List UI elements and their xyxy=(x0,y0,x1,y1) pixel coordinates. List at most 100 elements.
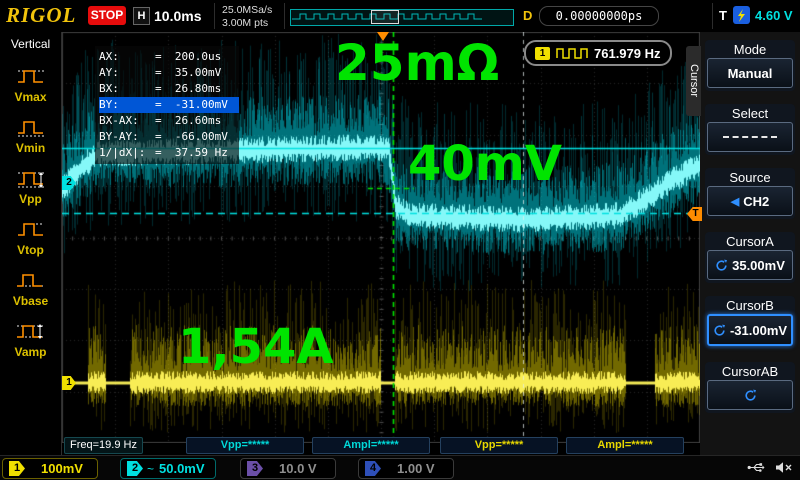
sidebar-item-vmin[interactable]: Vmin xyxy=(16,117,45,155)
sidebar-item-label: Vtop xyxy=(17,243,44,257)
cursor-value: = -31.00mV xyxy=(155,98,228,111)
menu-item-cursor-ab[interactable]: CursorAB xyxy=(705,362,795,413)
menu-label: Select xyxy=(731,106,769,121)
cursor-value: = 26.60ms xyxy=(155,114,222,127)
cursor-name: BY-AY: xyxy=(99,130,139,143)
channel1-scale: 100mV xyxy=(41,461,83,476)
channel2-status[interactable]: 2 ~ 50.0mV xyxy=(120,458,216,479)
cursor-ab-value-box[interactable] xyxy=(707,380,793,410)
annotation-current: 1,54A xyxy=(178,319,334,375)
cursor-row-ax: AX: = 200.0us xyxy=(99,49,239,65)
cursor-value: = -66.00mV xyxy=(155,130,228,143)
cursor-row-freq: 1/|dX|: = 37.59 Hz xyxy=(99,145,239,161)
measurement-vpp-ch2[interactable]: Vpp=***** xyxy=(186,437,304,454)
menu-label: CursorA xyxy=(726,234,774,249)
channel3-status[interactable]: 3 10.0 V xyxy=(240,458,336,479)
cursor-row-bx: BX: = 26.80ms xyxy=(99,81,239,97)
cursor-row-bxax: BX-AX: = 26.60ms xyxy=(99,113,239,129)
measurement-ampl-ch2[interactable]: Ampl=***** xyxy=(312,437,430,454)
softkey-menu: Mode Manual Select Source ◀ CH2 CursorA xyxy=(700,32,800,455)
channel1-tag: 1 xyxy=(9,461,25,476)
menu-value: -31.00mV xyxy=(729,322,788,338)
top-status-bar: RIGOL STOP H 10.0ms 25.0MSa/s 3.00M pts … xyxy=(0,0,800,33)
cursor-name: BX: xyxy=(99,82,119,95)
sidebar-item-vmax[interactable]: Vmax xyxy=(14,66,47,104)
measurement-ampl-ch1[interactable]: Ampl=***** xyxy=(566,437,684,454)
cursor-a-value-box[interactable]: 35.00mV xyxy=(707,250,793,280)
square-wave-icon xyxy=(556,48,588,59)
menu-label: Source xyxy=(729,170,771,185)
sidebar-item-label: Vpp xyxy=(19,192,42,206)
trigger-slope-icon xyxy=(733,6,750,24)
sidebar-item-vamp[interactable]: Vamp xyxy=(14,321,47,359)
sidebar-item-label: Vmax xyxy=(14,90,47,104)
oscilloscope-ui: RIGOL STOP H 10.0ms 25.0MSa/s 3.00M pts … xyxy=(0,0,800,480)
vmin-icon xyxy=(17,121,44,137)
dashed-line-icon xyxy=(723,136,777,138)
memory-depth: 3.00M pts xyxy=(222,17,269,29)
menu-item-source[interactable]: Source ◀ CH2 xyxy=(705,168,795,219)
sidebar-item-vbase[interactable]: Vbase xyxy=(13,270,48,308)
cursor-value: = 35.00mV xyxy=(155,66,222,79)
sidebar-item-vpp[interactable]: Vpp xyxy=(17,168,45,206)
channel3-scale: 10.0 V xyxy=(279,461,317,476)
trigger-level-readout: 4.60 V xyxy=(755,8,793,23)
cursor-name: AX: xyxy=(99,50,119,63)
delay-readout: 0.00000000ps xyxy=(539,6,659,26)
select-value-box[interactable] xyxy=(707,122,793,152)
annotation-resistance: 25mΩ xyxy=(335,34,500,92)
source-value-box[interactable]: ◀ CH2 xyxy=(707,186,793,216)
menu-item-mode[interactable]: Mode Manual xyxy=(705,40,795,91)
rotate-knob-icon xyxy=(714,324,725,336)
vamp-icon xyxy=(17,324,44,339)
cursor-row-by: BY: = -31.00mV xyxy=(99,97,239,113)
menu-item-cursor-a[interactable]: CursorA 35.00mV xyxy=(705,232,795,283)
system-icons xyxy=(747,461,792,474)
cursor-name: BY: xyxy=(99,98,119,111)
measurement-vpp-ch1[interactable]: Vpp=***** xyxy=(440,437,558,454)
sidebar-item-label: Vamp xyxy=(14,345,47,359)
usb-icon xyxy=(747,463,765,472)
hardware-freq-readout: Freq=19.9 Hz xyxy=(64,437,143,454)
delay-label: D xyxy=(523,8,533,23)
cursor-name: 1/|dX|: xyxy=(99,146,146,159)
divider xyxy=(284,3,285,29)
channel4-status[interactable]: 4 1.00 V xyxy=(358,458,454,479)
cursor-row-ay: AY: = 35.00mV xyxy=(99,65,239,81)
cursor-b-value-box[interactable]: -31.00mV xyxy=(707,314,793,346)
vpp-icon xyxy=(17,172,44,188)
sidebar-item-label: Vmin xyxy=(15,141,46,155)
cursor-menu-tab[interactable]: Cursor xyxy=(686,46,701,116)
vmax-icon xyxy=(17,70,44,83)
sidebar-item-label: Vbase xyxy=(12,294,49,308)
cursor-value: = 200.0us xyxy=(155,50,222,63)
sidebar-title: Vertical xyxy=(10,37,51,51)
divider xyxy=(712,3,713,29)
run-stop-status: STOP xyxy=(88,6,126,25)
waveform-preview-bar xyxy=(290,9,514,26)
menu-item-cursor-b[interactable]: CursorB -31.00mV xyxy=(705,296,795,349)
brand-logo: RIGOL xyxy=(6,3,77,27)
menu-value: CH2 xyxy=(743,193,770,209)
channel-status-bar: 1 100mV 2 ~ 50.0mV 3 10.0 V 4 1.00 V xyxy=(0,455,800,480)
channel2-tag: 2 xyxy=(127,461,143,476)
channel4-tag: 4 xyxy=(365,461,381,476)
cursor-name: BX-AX: xyxy=(99,114,139,127)
arrow-left-icon: ◀ xyxy=(730,195,740,208)
preview-window-indicator xyxy=(371,10,399,24)
sidebar-item-vtop[interactable]: Vtop xyxy=(17,219,45,257)
frequency-counter: 1 761.979 Hz xyxy=(524,40,672,66)
mode-value-box[interactable]: Manual xyxy=(707,58,793,88)
cursor-measurement-panel: AX: = 200.0us AY: = 35.00mV BX: = 26.80ms B… xyxy=(95,46,239,164)
counter-channel-badge: 1 xyxy=(535,46,550,60)
timebase-readout: 10.0ms xyxy=(154,8,202,24)
channel3-tag: 3 xyxy=(247,461,263,476)
trigger-label: T xyxy=(719,8,727,23)
menu-item-select[interactable]: Select xyxy=(705,104,795,155)
menu-label: CursorAB xyxy=(721,364,779,379)
preview-waveform-icon xyxy=(292,13,482,20)
menu-label: Mode xyxy=(733,42,767,57)
channel4-scale: 1.00 V xyxy=(397,461,435,476)
channel1-status[interactable]: 1 100mV xyxy=(2,458,98,479)
rotate-knob-icon xyxy=(744,389,756,401)
